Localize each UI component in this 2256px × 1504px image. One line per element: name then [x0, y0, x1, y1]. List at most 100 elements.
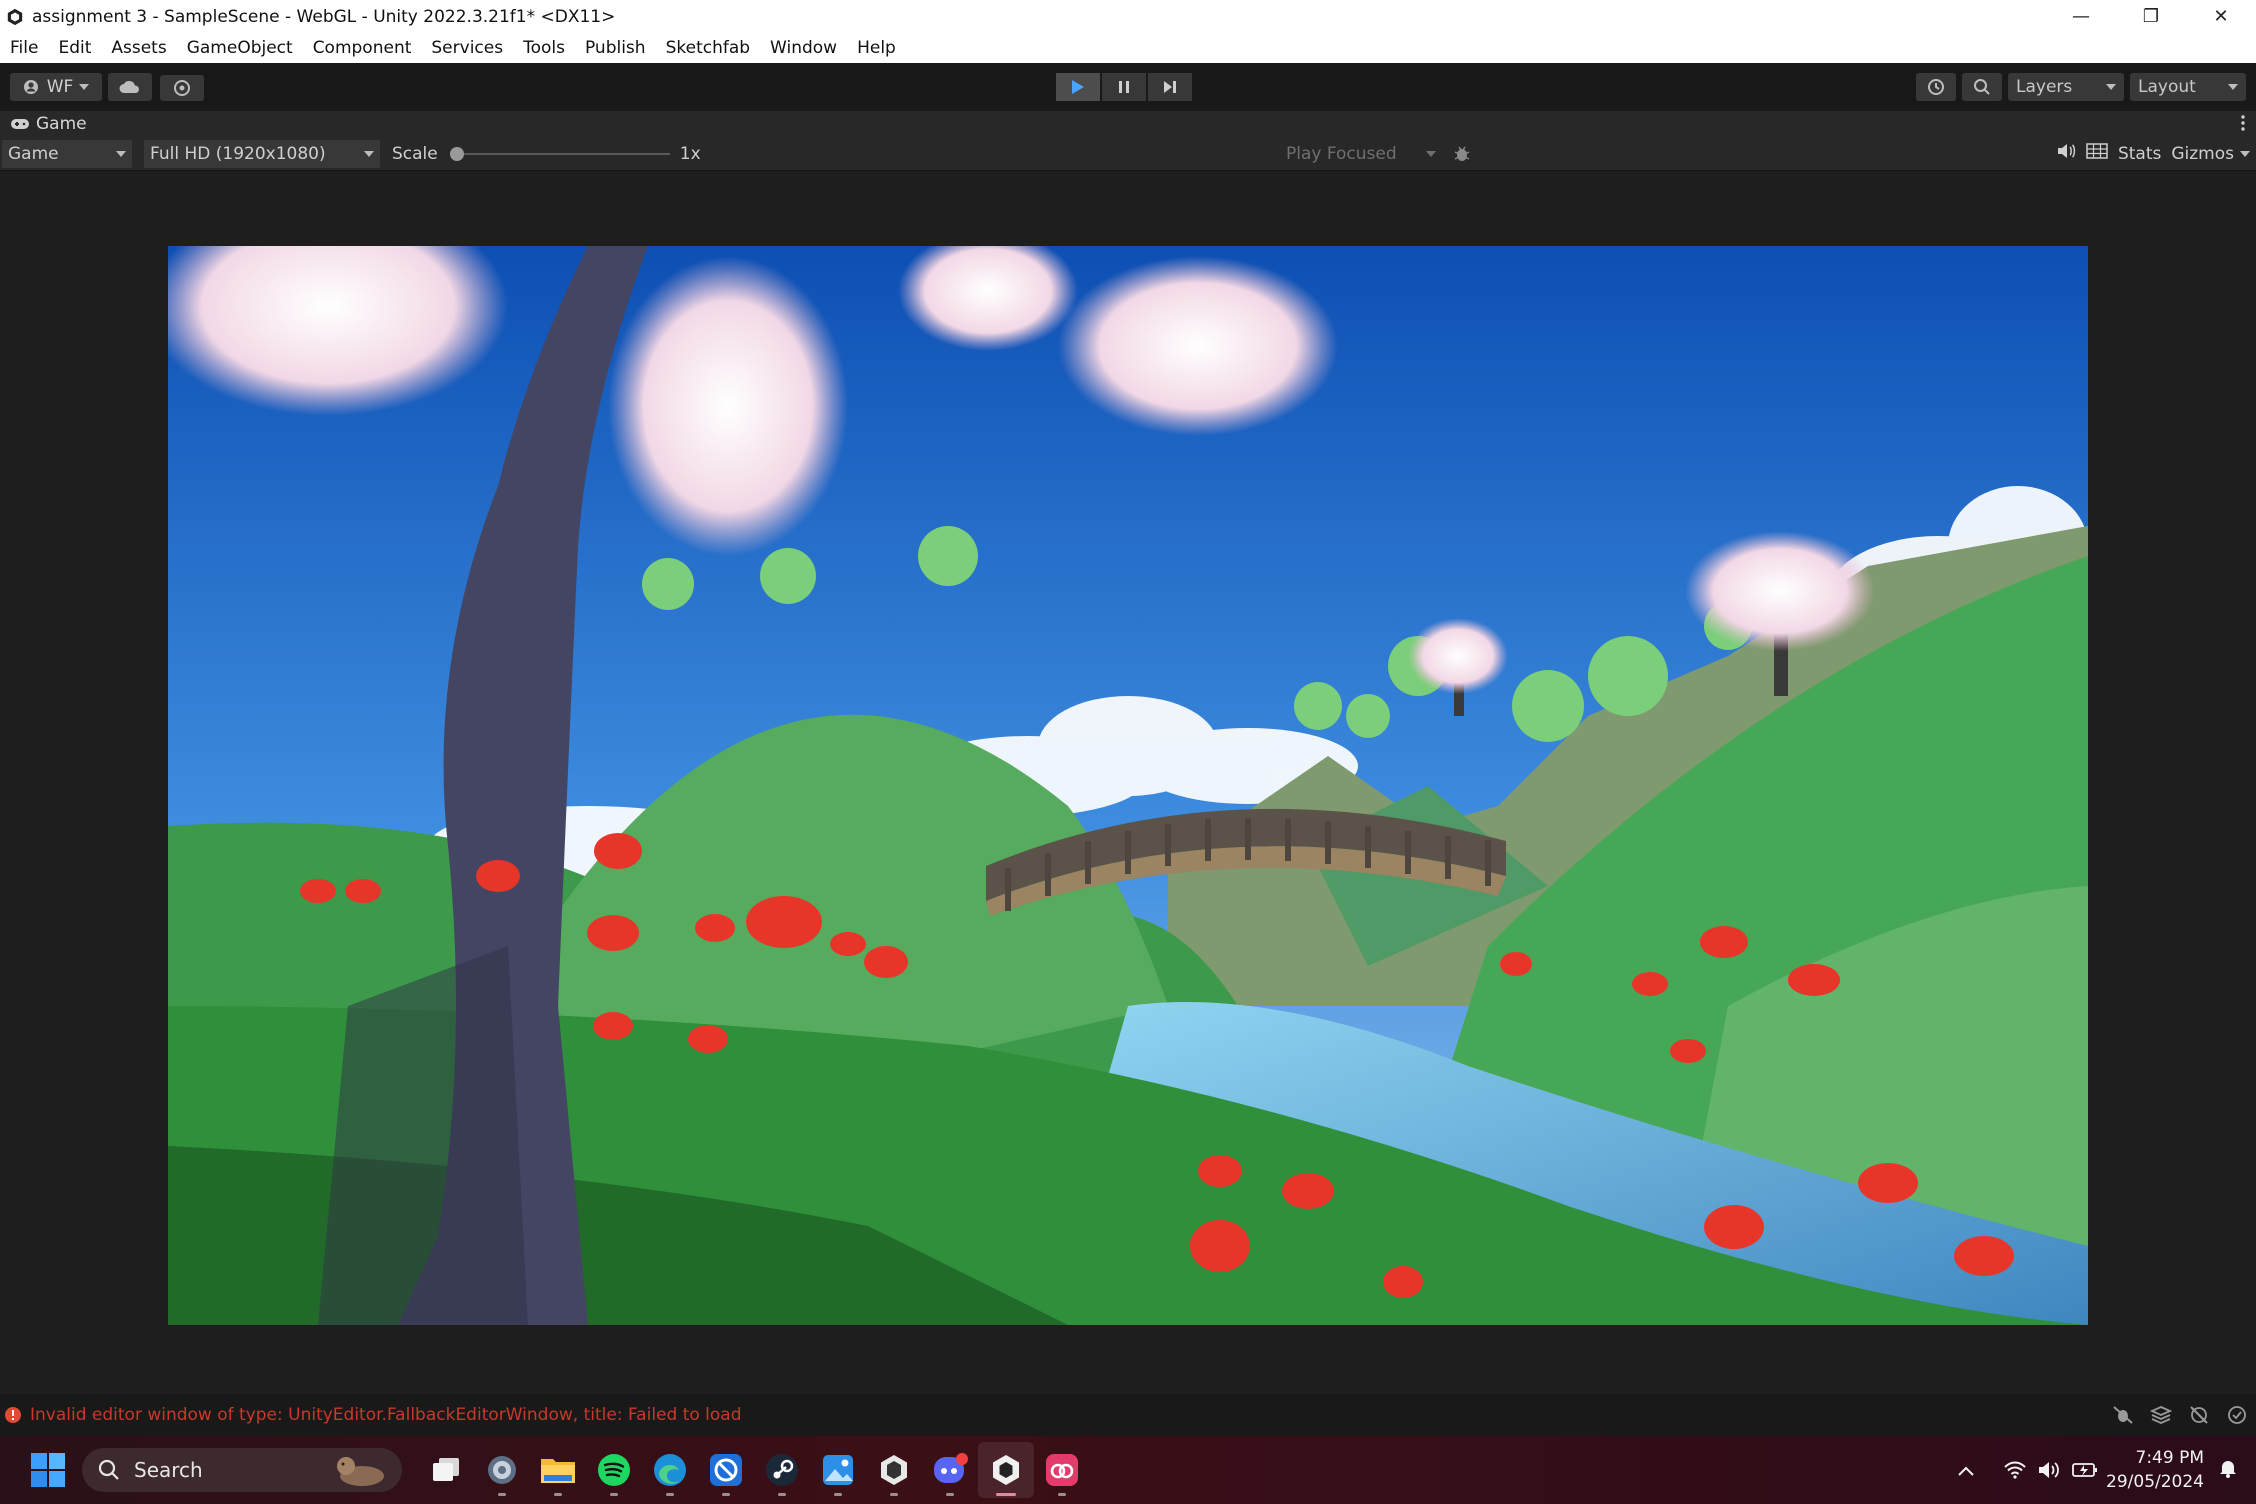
- close-icon: ✕: [2213, 6, 2229, 27]
- menu-bar: File Edit Assets GameObject Component Se…: [0, 33, 2256, 63]
- chevron-down-icon: [364, 150, 374, 157]
- task-view-icon: [433, 1458, 459, 1481]
- menu-help[interactable]: Help: [847, 38, 906, 58]
- account-label: WF: [46, 77, 74, 97]
- resolution-select-label: Full HD (1920x1080): [150, 143, 326, 164]
- volume-icon: [2039, 1462, 2059, 1478]
- search-icon: [98, 1459, 119, 1480]
- kebab-menu-icon: [2241, 115, 2245, 131]
- check-circle-icon[interactable]: [2226, 1405, 2248, 1425]
- account-dropdown[interactable]: WF: [10, 73, 102, 101]
- taskbar-edge[interactable]: [642, 1442, 698, 1498]
- cloud-button[interactable]: [108, 73, 152, 101]
- taskbar-creative-cloud[interactable]: [1034, 1442, 1090, 1498]
- bug-slash-icon[interactable]: [2112, 1405, 2134, 1425]
- menu-services[interactable]: Services: [421, 38, 513, 58]
- mute-audio-button[interactable]: [2056, 143, 2076, 164]
- toolbar-right: Layers Layout: [1916, 73, 2246, 101]
- game-view-right-tools: Stats Gizmos: [2056, 137, 2256, 170]
- discord-icon: [934, 1453, 968, 1483]
- layers-cache-icon[interactable]: [2150, 1405, 2172, 1425]
- display-select[interactable]: Game: [2, 139, 132, 168]
- chevron-down-icon: [79, 84, 90, 90]
- display-select-label: Game: [8, 143, 59, 164]
- menu-file[interactable]: File: [0, 38, 48, 58]
- chevron-up-icon: [1958, 1466, 1974, 1476]
- menu-edit[interactable]: Edit: [48, 38, 101, 58]
- search-button[interactable]: [1962, 73, 2002, 101]
- taskbar-spotify[interactable]: [586, 1442, 642, 1498]
- game-scene-render: [168, 246, 2088, 1325]
- playback-controls: [1056, 73, 1192, 101]
- windows-taskbar: Search 7:49 PM 29/05/2024: [0, 1436, 2256, 1504]
- layout-dropdown[interactable]: Layout: [2130, 73, 2246, 101]
- menu-window[interactable]: Window: [760, 38, 847, 58]
- gear-icon: [488, 1456, 516, 1484]
- play-focused-select[interactable]: Play Focused: [1282, 140, 1440, 168]
- error-icon: [5, 1407, 21, 1423]
- step-icon: [1164, 81, 1176, 93]
- undo-history-button[interactable]: [1916, 73, 1956, 101]
- taskbar-discord[interactable]: [922, 1442, 978, 1498]
- otter-illustration-icon: [337, 1457, 384, 1486]
- chevron-down-icon: [1426, 151, 1436, 157]
- close-button[interactable]: ✕: [2186, 0, 2256, 33]
- scale-slider[interactable]: [449, 146, 670, 161]
- game-render-view[interactable]: [168, 246, 2088, 1325]
- step-button[interactable]: [1148, 73, 1192, 101]
- menu-component[interactable]: Component: [303, 38, 422, 58]
- pause-button[interactable]: [1102, 73, 1146, 101]
- gizmos-dropdown[interactable]: Gizmos: [2171, 144, 2250, 164]
- taskbar-unity-editor[interactable]: [978, 1442, 1034, 1498]
- notification-bell-icon: [2220, 1461, 2236, 1478]
- search-placeholder: Search: [134, 1458, 203, 1482]
- taskbar-unity-hub[interactable]: [866, 1442, 922, 1498]
- menu-gameobject[interactable]: GameObject: [177, 38, 303, 58]
- account-icon: [23, 80, 38, 94]
- stats-button[interactable]: Stats: [2118, 144, 2161, 164]
- resolution-select[interactable]: Full HD (1920x1080): [144, 139, 380, 168]
- menu-tools[interactable]: Tools: [513, 38, 575, 58]
- play-button[interactable]: [1056, 73, 1100, 101]
- tab-more-button[interactable]: [2240, 114, 2246, 137]
- error-message: Invalid editor window of type: UnityEdit…: [30, 1405, 742, 1425]
- menu-publish[interactable]: Publish: [575, 38, 656, 58]
- taskbar-photos[interactable]: [810, 1442, 866, 1498]
- minimize-button[interactable]: —: [2046, 0, 2116, 33]
- aspect-grid-button[interactable]: [2086, 143, 2108, 164]
- cloud-icon: [119, 81, 139, 93]
- unity-logo-icon: [993, 1455, 1019, 1485]
- menu-assets[interactable]: Assets: [101, 38, 176, 58]
- network-slash-icon[interactable]: [2188, 1405, 2210, 1425]
- windows-logo-icon: [31, 1453, 65, 1487]
- status-tray: [2112, 1405, 2248, 1425]
- taskbar-clock[interactable]: 7:49 PM 29/05/2024: [2106, 1446, 2204, 1494]
- wifi-icon: [2004, 1461, 2026, 1479]
- scale-control: Scale 1x: [392, 144, 712, 164]
- collab-button[interactable]: [160, 75, 204, 101]
- tab-game[interactable]: Game: [0, 114, 87, 134]
- scale-slider-thumb[interactable]: [449, 146, 464, 161]
- taskbar-settings[interactable]: [474, 1442, 530, 1498]
- gamepad-icon: [11, 119, 29, 129]
- menu-sketchfab[interactable]: Sketchfab: [656, 38, 760, 58]
- search-icon: [1974, 79, 1990, 95]
- maximize-button[interactable]: ❐: [2116, 0, 2186, 33]
- taskbar-task-view[interactable]: [418, 1442, 474, 1498]
- taskbar-search[interactable]: Search: [82, 1448, 402, 1492]
- tray-overflow-button[interactable]: [1958, 1461, 1974, 1480]
- steam-icon: [766, 1454, 798, 1486]
- tray-quick-settings[interactable]: [2004, 1461, 2098, 1479]
- taskbar-snipping-tool[interactable]: [698, 1442, 754, 1498]
- taskbar-file-explorer[interactable]: [530, 1442, 586, 1498]
- taskbar-steam[interactable]: [754, 1442, 810, 1498]
- debug-button[interactable]: [1452, 144, 1472, 169]
- notifications-button[interactable]: [2218, 1458, 2238, 1482]
- scale-slider-track: [449, 152, 670, 155]
- layers-dropdown[interactable]: Layers: [2008, 73, 2124, 101]
- console-status-bar[interactable]: Invalid editor window of type: UnityEdit…: [0, 1394, 2256, 1436]
- gizmos-label: Gizmos: [2171, 143, 2234, 164]
- start-button[interactable]: [20, 1442, 76, 1498]
- unity-hub-icon: [881, 1455, 907, 1485]
- unity-logo-icon: [7, 8, 23, 25]
